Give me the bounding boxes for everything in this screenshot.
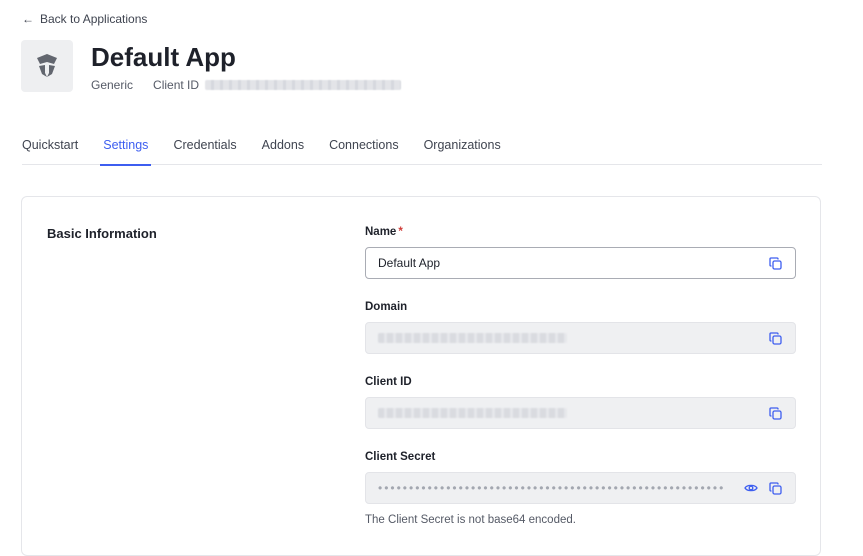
tab-credentials[interactable]: Credentials [173,129,236,165]
client-id-label: Client ID [153,78,200,92]
back-link-label: Back to Applications [40,12,148,26]
name-label: Name * [365,226,403,238]
client-id-value-redacted [378,408,567,418]
section-title: Basic Information [47,226,157,241]
copy-icon[interactable] [767,405,783,421]
domain-value-redacted [378,333,567,343]
client-id-field[interactable] [365,397,796,429]
client-secret-field[interactable]: ••••••••••••••••••••••••••••••••••••••••… [365,472,796,504]
required-mark: * [398,226,403,238]
tab-connections[interactable]: Connections [329,129,399,165]
domain-label: Domain [365,301,408,313]
tab-settings[interactable]: Settings [100,129,152,166]
copy-icon[interactable] [767,330,783,346]
back-to-applications-link[interactable]: ← Back to Applications [22,12,147,26]
client-secret-masked: ••••••••••••••••••••••••••••••••••••••••… [378,481,726,495]
app-meta: Generic Client ID [91,78,402,92]
name-input[interactable]: Default App [378,256,755,270]
client-id-redacted [205,80,402,90]
domain-field[interactable] [365,322,796,354]
shield-logo-icon [37,54,57,77]
copy-icon[interactable] [767,480,783,496]
eye-icon[interactable] [743,480,759,496]
name-field[interactable]: Default App [365,247,796,279]
client-secret-label: Client Secret [365,451,436,463]
client-secret-note: The Client Secret is not base64 encoded. [365,514,576,526]
basic-information-card: Basic Information Name * Default App Doma… [21,196,821,556]
copy-icon[interactable] [767,255,783,271]
page-title: Default App [91,42,236,72]
tab-bar: Quickstart Settings Credentials Addons C… [22,129,822,166]
name-label-text: Name [365,226,397,238]
app-info: Default App Generic Client ID [91,40,402,92]
arrow-left-icon: ← [22,12,34,26]
tab-quickstart[interactable]: Quickstart [22,129,78,165]
tab-addons[interactable]: Addons [262,129,304,165]
app-logo [21,40,73,92]
app-header: Default App Generic Client ID [21,40,402,92]
tab-organizations[interactable]: Organizations [424,129,501,165]
app-type: Generic [91,78,134,92]
client-id-field-label: Client ID [365,376,412,388]
